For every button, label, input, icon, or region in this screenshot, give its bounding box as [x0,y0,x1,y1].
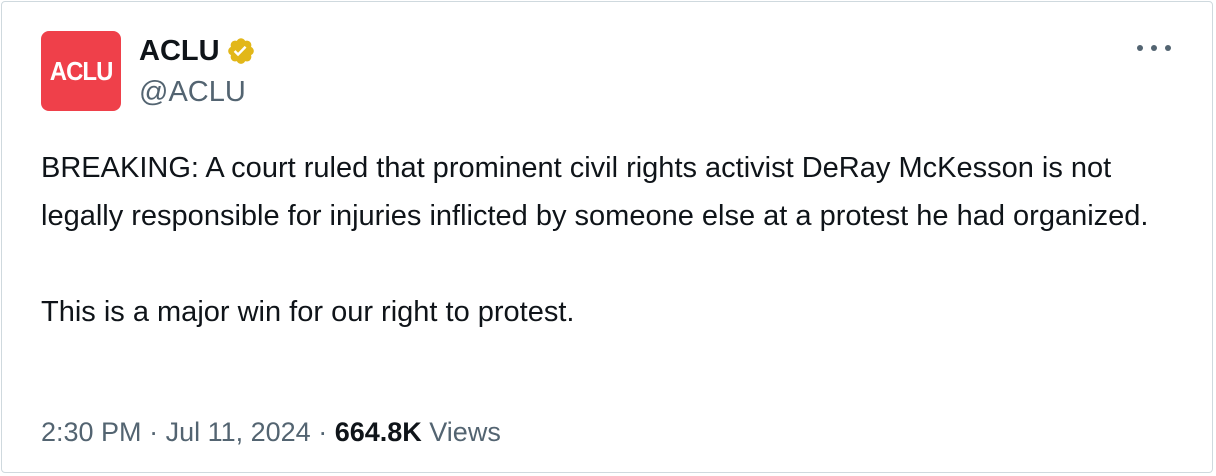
tweet-text: BREAKING: A court ruled that prominent c… [41,144,1191,336]
avatar[interactable]: ACLU [41,31,121,111]
verified-badge-icon[interactable] [226,36,256,66]
tweet-metadata: 2:30 PM · Jul 11, 2024 · 664.8K Views [41,412,501,452]
meta-separator: · [141,417,166,447]
author-handle[interactable]: @ACLU [139,75,246,109]
views-count: 664.8K [334,417,422,447]
author-name-row: ACLU [139,33,256,69]
tweet-card: ACLU ACLU @ACLU BREAKING: A court ruled … [1,1,1213,473]
tweet-date[interactable]: Jul 11, 2024 [166,417,311,447]
dot-icon [1151,45,1157,51]
views-label: Views [429,417,501,447]
author-display-name[interactable]: ACLU [139,33,220,69]
tweet-paragraph: This is a major win for our right to pro… [41,296,575,328]
tweet-paragraph: BREAKING: A court ruled that prominent c… [41,152,1149,232]
tweet-time[interactable]: 2:30 PM [41,417,142,447]
aclu-logo: ACLU [49,55,114,86]
dot-icon [1137,45,1143,51]
ellipsis-horizontal-icon[interactable] [1137,43,1171,53]
meta-separator: · [310,417,335,447]
dot-icon [1165,45,1171,51]
